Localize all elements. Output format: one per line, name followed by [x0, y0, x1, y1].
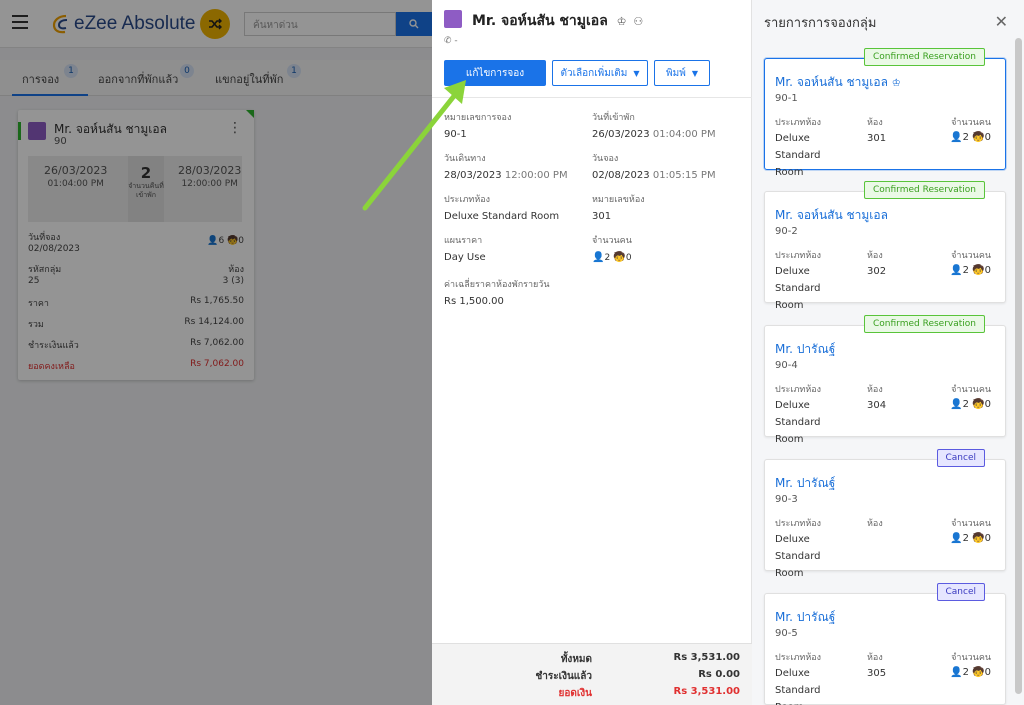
- room-type-label: ประเภทห้อง: [775, 118, 822, 128]
- group-reservation-card[interactable]: Confirmed Reservation Mr. ปารัณฐ์ 90-4 ประเ…: [764, 315, 1006, 445]
- room-type-value: Deluxe StandardRoom: [775, 133, 821, 178]
- scrollbar[interactable]: [1015, 38, 1022, 694]
- child-icon: 🧒: [972, 265, 985, 276]
- adult-icon: 👤: [950, 533, 963, 544]
- rate-plan-field: แผนราคา Day Use: [444, 236, 486, 263]
- room-value: 301: [867, 133, 887, 144]
- reservation-number-field: หมายเลขการจอง 90-1: [444, 113, 512, 140]
- group-reservation-card[interactable]: Confirmed Reservation Mr. จอห์นสัน ชามูเอ…: [764, 181, 1006, 311]
- room-value: 302: [867, 266, 887, 277]
- checkin-field: วันที่เข้าพัก 26/03/2023 01:04:00 PM: [592, 113, 716, 140]
- group-reservation-card[interactable]: Confirmed Reservation Mr. จอห์นสัน ชามูเอ…: [764, 48, 1006, 178]
- child-icon: 🧒: [613, 252, 626, 263]
- group-reservation-card[interactable]: Cancel Mr. ปารัณฐ์ 90-3 ประเภทห้อง ห้อง จำนวน…: [764, 449, 1006, 579]
- guest-title: Mr. จอห์นสัน ชามูเอล ♔ ⚇: [472, 13, 644, 29]
- guest-name-link[interactable]: Mr. ปารัณฐ์: [775, 340, 835, 359]
- pax-label: จำนวนคน: [951, 519, 991, 529]
- reservation-number: 90-2: [775, 226, 798, 237]
- close-icon[interactable]: ✕: [995, 12, 1008, 31]
- pax-value: 👤2 🧒0: [950, 129, 991, 146]
- status-badge: Cancel: [936, 449, 985, 467]
- more-options-button[interactable]: ตัวเลือกเพิ่มเติม ▼: [552, 60, 648, 86]
- status-badge: Confirmed Reservation: [864, 315, 985, 333]
- room-type-value: Deluxe StandardRoom: [775, 534, 821, 579]
- room-type-label: ประเภทห้อง: [775, 251, 822, 261]
- room-type-value: Deluxe StandardRoom: [775, 400, 821, 445]
- status-badge: Cancel: [936, 583, 985, 601]
- group-reservation-card[interactable]: Cancel Mr. ปารัณฐ์ 90-5 ประเภทห้อง ห้อง จำนวน…: [764, 583, 1006, 705]
- reservation-number: 90-3: [775, 494, 798, 505]
- chevron-down-icon: ▼: [691, 68, 698, 78]
- pax-label: จำนวนคน: [951, 385, 991, 395]
- status-badge: Confirmed Reservation: [864, 181, 985, 199]
- room-label: ห้อง: [867, 251, 883, 261]
- guest-profile-icon[interactable]: ⚇: [633, 15, 643, 28]
- adult-icon: 👤: [950, 132, 963, 143]
- departure-field: วันเดินทาง 28/03/2023 12:00:00 PM: [444, 154, 568, 181]
- chevron-down-icon: ▼: [633, 68, 640, 78]
- room-value: 304: [867, 400, 887, 411]
- room-number-field: หมายเลขห้อง 301: [592, 195, 645, 222]
- panel-title: รายการการจองกลุ่ม: [764, 16, 877, 31]
- child-icon: 🧒: [972, 667, 985, 678]
- phone-icon: ✆: [444, 36, 452, 46]
- print-button[interactable]: พิมพ์ ▼: [654, 60, 710, 86]
- room-label: ห้อง: [867, 519, 883, 529]
- edit-reservation-button[interactable]: แก้ไขการจอง: [444, 60, 546, 86]
- pax-value: 👤2 🧒0: [950, 530, 991, 547]
- guest-name-link[interactable]: Mr. ปารัณฐ์: [775, 608, 835, 627]
- room-label: ห้อง: [867, 118, 883, 128]
- child-icon: 🧒: [972, 132, 985, 143]
- group-reservations-panel: รายการการจองกลุ่ม ✕ Confirmed Reservatio…: [752, 0, 1024, 705]
- vip-crown-icon: ♔: [616, 15, 627, 28]
- guest-name-link[interactable]: Mr. ปารัณฐ์: [775, 474, 835, 493]
- room-type-value: Deluxe StandardRoom: [775, 266, 821, 311]
- room-type-value: Deluxe StandardRoom: [775, 668, 821, 705]
- adult-icon: 👤: [950, 399, 963, 410]
- pax-value: 👤2 🧒0: [950, 262, 991, 279]
- room-type-label: ประเภทห้อง: [775, 653, 822, 663]
- room-type-field: ประเภทห้อง Deluxe Standard Room: [444, 195, 560, 222]
- reservation-number: 90-5: [775, 628, 798, 639]
- reservation-number: 90-1: [775, 93, 798, 104]
- pax-label: จำนวนคน: [951, 653, 991, 663]
- guest-name-link[interactable]: Mr. จอห์นสัน ชามูเอล: [775, 206, 888, 225]
- reservation-detail-panel: Mr. จอห์นสัน ชามูเอล ♔ ⚇ ✆ - แก้ไขการจอง…: [432, 0, 752, 705]
- totals-summary: ทั้งหมด Rs 3,531.00 ชำระเงินแล้ว Rs 0.00…: [432, 643, 752, 705]
- child-icon: 🧒: [972, 533, 985, 544]
- child-icon: 🧒: [972, 399, 985, 410]
- avg-rate-field: ค่าเฉลี่ยราคาห้องพักรายวัน Rs 1,500.00: [444, 280, 550, 307]
- pax-value: 👤2 🧒0: [950, 396, 991, 413]
- room-value: 305: [867, 668, 887, 679]
- adult-icon: 👤: [950, 667, 963, 678]
- room-label: ห้อง: [867, 653, 883, 663]
- vip-crown-icon: ♔: [891, 78, 901, 89]
- phone-line: ✆ -: [444, 36, 458, 46]
- room-type-label: ประเภทห้อง: [775, 519, 822, 529]
- detail-header: Mr. จอห์นสัน ชามูเอล ♔ ⚇ ✆ - แก้ไขการจอง…: [432, 0, 752, 98]
- reservation-number: 90-4: [775, 360, 798, 371]
- status-badge: Confirmed Reservation: [864, 48, 985, 66]
- building-icon: [444, 10, 462, 28]
- room-type-label: ประเภทห้อง: [775, 385, 822, 395]
- pax-label: จำนวนคน: [951, 118, 991, 128]
- guest-name-link[interactable]: Mr. จอห์นสัน ชามูเอล ♔: [775, 73, 901, 92]
- adult-icon: 👤: [592, 252, 605, 263]
- adult-icon: 👤: [950, 265, 963, 276]
- pax-value: 👤2 🧒0: [950, 664, 991, 681]
- pax-field: จำนวนคน 👤2 🧒0: [592, 236, 632, 263]
- booking-date-field: วันจอง 02/08/2023 01:05:15 PM: [592, 154, 716, 181]
- pax-label: จำนวนคน: [951, 251, 991, 261]
- room-label: ห้อง: [867, 385, 883, 395]
